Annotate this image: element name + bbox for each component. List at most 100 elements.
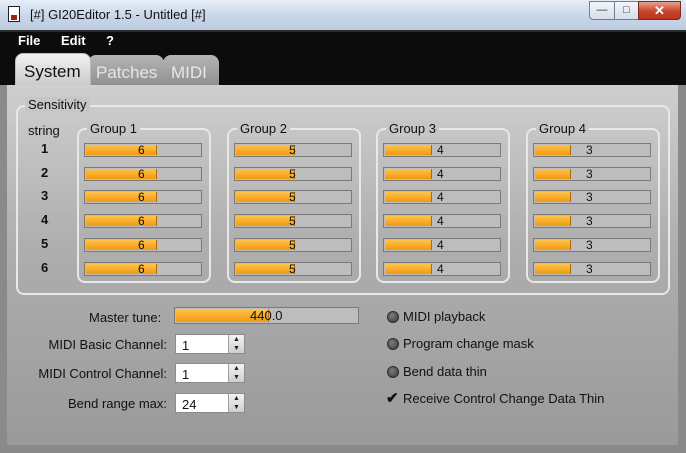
sensitivity-slider[interactable]: 3 bbox=[533, 262, 651, 276]
checkmark-icon[interactable]: ✔ bbox=[386, 389, 399, 407]
sensitivity-slider[interactable]: 5 bbox=[234, 262, 352, 276]
sensitivity-slider[interactable]: 3 bbox=[533, 167, 651, 181]
string-number: 1 bbox=[41, 141, 49, 156]
slider-value: 6 bbox=[138, 143, 145, 157]
slider-fill bbox=[236, 145, 295, 155]
receive-cc-data-thin-label[interactable]: Receive Control Change Data Thin bbox=[403, 391, 604, 406]
slider-value: 3 bbox=[586, 238, 593, 252]
spin-arrows-icon[interactable]: ▲ ▼ bbox=[228, 335, 244, 353]
sensitivity-slider[interactable]: 5 bbox=[234, 214, 352, 228]
sensitivity-slider[interactable]: 4 bbox=[383, 262, 501, 276]
sensitivity-slider[interactable]: 3 bbox=[533, 143, 651, 157]
master-tune-value: 440.0 bbox=[250, 308, 283, 323]
tab-system[interactable]: System bbox=[15, 53, 91, 87]
maximize-button[interactable]: □ bbox=[614, 1, 639, 20]
slider-value: 6 bbox=[138, 214, 145, 228]
close-button[interactable]: ✕ bbox=[638, 1, 681, 20]
sensitivity-slider[interactable]: 6 bbox=[84, 167, 202, 181]
bend-data-thin-toggle[interactable] bbox=[387, 366, 399, 378]
midi-basic-channel-spinbox[interactable]: 1 ▲ ▼ bbox=[175, 334, 245, 354]
slider-fill bbox=[535, 264, 571, 274]
sensitivity-slider[interactable]: 3 bbox=[533, 238, 651, 252]
menu-help[interactable]: ? bbox=[106, 33, 114, 48]
slider-fill bbox=[385, 192, 433, 202]
chevron-down-icon[interactable]: ▼ bbox=[229, 344, 244, 353]
slider-value: 3 bbox=[586, 190, 593, 204]
sensitivity-slider[interactable]: 6 bbox=[84, 262, 202, 276]
sensitivity-slider[interactable]: 5 bbox=[234, 238, 352, 252]
menu-file[interactable]: File bbox=[18, 33, 40, 48]
menu-edit[interactable]: Edit bbox=[61, 33, 86, 48]
slider-fill bbox=[86, 145, 157, 155]
slider-value: 6 bbox=[138, 167, 145, 181]
slider-value: 5 bbox=[289, 167, 296, 181]
sensitivity-slider[interactable]: 6 bbox=[84, 190, 202, 204]
sensitivity-slider[interactable]: 6 bbox=[84, 143, 202, 157]
chevron-up-icon[interactable]: ▲ bbox=[229, 335, 244, 344]
sensitivity-slider[interactable]: 4 bbox=[383, 214, 501, 228]
sensitivity-slider[interactable]: 5 bbox=[234, 143, 352, 157]
chevron-down-icon[interactable]: ▼ bbox=[229, 373, 244, 382]
spinbox-value: 24 bbox=[182, 397, 197, 412]
midi-control-channel-label: MIDI Control Channel: bbox=[38, 366, 167, 381]
sensitivity-slider[interactable]: 3 bbox=[533, 214, 651, 228]
sensitivity-slider[interactable]: 5 bbox=[234, 190, 352, 204]
slider-fill bbox=[385, 145, 433, 155]
sensitivity-slider[interactable]: 4 bbox=[383, 190, 501, 204]
slider-fill bbox=[535, 192, 571, 202]
slider-fill bbox=[385, 169, 433, 179]
chevron-down-icon[interactable]: ▼ bbox=[229, 403, 244, 412]
bend-data-thin-label[interactable]: Bend data thin bbox=[403, 364, 487, 379]
chevron-up-icon[interactable]: ▲ bbox=[229, 364, 244, 373]
string-number: 6 bbox=[41, 260, 49, 275]
tab-midi[interactable]: MIDI bbox=[163, 55, 219, 87]
string-number: 4 bbox=[41, 212, 49, 227]
window-title: [#] GI20Editor 1.5 - Untitled [#] bbox=[30, 7, 206, 22]
sensitivity-slider[interactable]: 4 bbox=[383, 167, 501, 181]
spin-arrows-icon[interactable]: ▲ ▼ bbox=[228, 364, 244, 382]
master-tune-label: Master tune: bbox=[89, 310, 162, 325]
slider-fill bbox=[385, 240, 433, 250]
slider-value: 6 bbox=[138, 190, 145, 204]
spin-arrows-icon[interactable]: ▲ ▼ bbox=[228, 394, 244, 412]
sensitivity-slider[interactable]: 6 bbox=[84, 214, 202, 228]
string-header: string bbox=[28, 123, 60, 138]
slider-value: 5 bbox=[289, 262, 296, 276]
slider-fill bbox=[236, 240, 295, 250]
sensitivity-slider[interactable]: 6 bbox=[84, 238, 202, 252]
slider-fill bbox=[535, 240, 571, 250]
slider-value: 4 bbox=[437, 190, 444, 204]
slider-fill bbox=[385, 264, 433, 274]
tab-patches[interactable]: Patches bbox=[88, 55, 164, 87]
slider-value: 4 bbox=[437, 214, 444, 228]
master-tune-slider[interactable]: 440.0 bbox=[174, 307, 359, 324]
string-number: 3 bbox=[41, 188, 49, 203]
slider-value: 4 bbox=[437, 262, 444, 276]
bend-range-max-spinbox[interactable]: 24 ▲ ▼ bbox=[175, 393, 245, 413]
midi-control-channel-spinbox[interactable]: 1 ▲ ▼ bbox=[175, 363, 245, 383]
chevron-up-icon[interactable]: ▲ bbox=[229, 394, 244, 403]
slider-fill bbox=[236, 192, 295, 202]
group-title: Group 1 bbox=[87, 121, 140, 136]
minimize-button[interactable]: — bbox=[589, 1, 615, 20]
slider-fill bbox=[385, 216, 433, 226]
sensitivity-slider[interactable]: 4 bbox=[383, 238, 501, 252]
bend-range-max-label: Bend range max: bbox=[67, 396, 167, 411]
spinbox-value: 1 bbox=[182, 338, 190, 353]
title-bar: [#] GI20Editor 1.5 - Untitled [#] — □ ✕ bbox=[0, 0, 686, 30]
program-change-mask-toggle[interactable] bbox=[387, 338, 399, 350]
sensitivity-slider[interactable]: 3 bbox=[533, 190, 651, 204]
group-title: Group 2 bbox=[237, 121, 290, 136]
midi-playback-toggle[interactable] bbox=[387, 311, 399, 323]
slider-value: 3 bbox=[586, 143, 593, 157]
sensitivity-slider[interactable]: 4 bbox=[383, 143, 501, 157]
slider-fill bbox=[236, 169, 295, 179]
program-change-mask-label[interactable]: Program change mask bbox=[403, 336, 534, 351]
sensitivity-slider[interactable]: 5 bbox=[234, 167, 352, 181]
midi-playback-label[interactable]: MIDI playback bbox=[403, 309, 485, 324]
slider-value: 6 bbox=[138, 238, 145, 252]
slider-fill bbox=[86, 192, 157, 202]
slider-value: 4 bbox=[437, 167, 444, 181]
slider-fill bbox=[535, 216, 571, 226]
string-number: 2 bbox=[41, 165, 49, 180]
